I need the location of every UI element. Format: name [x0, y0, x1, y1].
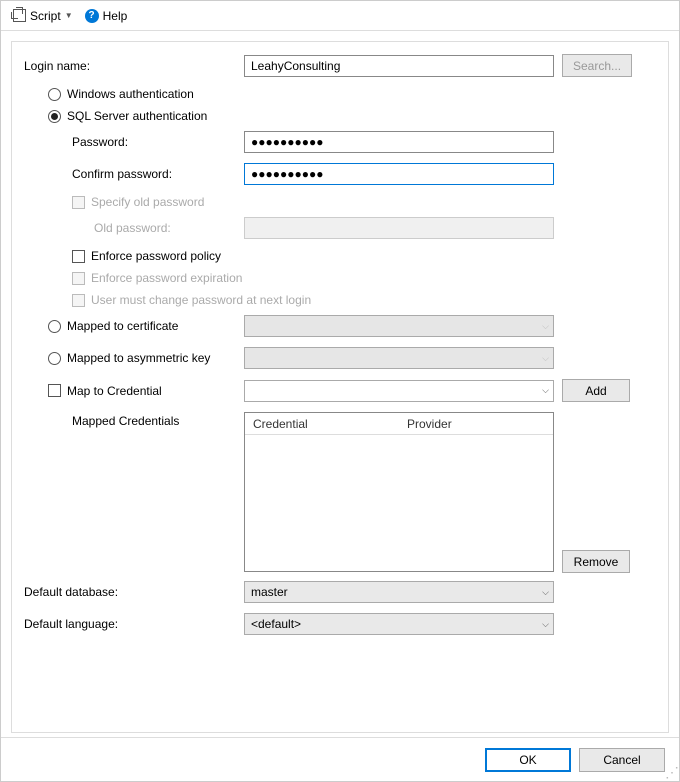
specify-old-password-checkbox [72, 196, 85, 209]
must-change-label: User must change password at next login [91, 293, 311, 307]
mapped-credentials-label: Mapped Credentials [24, 412, 244, 428]
confirm-password-input[interactable] [244, 163, 554, 185]
default-language-label: Default language: [24, 617, 244, 631]
login-name-label: Login name: [24, 59, 244, 73]
map-credential-checkbox[interactable] [48, 384, 61, 397]
ok-button[interactable]: OK [485, 748, 571, 772]
mapped-asym-combo: ⌵ [244, 347, 554, 369]
login-name-input[interactable] [244, 55, 554, 77]
toolbar: Script ▼ ? Help [1, 1, 679, 31]
default-language-combo[interactable]: <default> ⌵ [244, 613, 554, 635]
chevron-down-icon: ▼ [65, 11, 73, 20]
enforce-policy-checkbox[interactable] [72, 250, 85, 263]
enforce-policy-label: Enforce password policy [91, 249, 221, 263]
chevron-down-icon: ⌵ [542, 619, 549, 630]
default-language-value: <default> [251, 617, 301, 631]
mapped-cert-label: Mapped to certificate [67, 319, 178, 333]
col-provider: Provider [399, 413, 553, 434]
enforce-expiration-checkbox [72, 272, 85, 285]
password-label: Password: [24, 135, 244, 149]
password-input[interactable] [244, 131, 554, 153]
map-credential-combo[interactable]: ⌵ [244, 380, 554, 402]
mapped-asym-label: Mapped to asymmetric key [67, 351, 210, 365]
old-password-input [244, 217, 554, 239]
cancel-button[interactable]: Cancel [579, 748, 665, 772]
map-credential-label: Map to Credential [67, 384, 162, 398]
resize-grip-icon[interactable]: ⋰ [665, 767, 677, 779]
login-properties-panel: Login name: Search... Windows authentica… [11, 41, 669, 733]
default-database-value: master [251, 585, 288, 599]
script-menu[interactable]: Script ▼ [9, 7, 77, 25]
specify-old-password-label: Specify old password [91, 195, 204, 209]
windows-auth-label: Windows authentication [67, 87, 194, 101]
chevron-down-icon: ⌵ [542, 353, 549, 364]
chevron-down-icon: ⌵ [542, 385, 549, 396]
help-icon: ? [85, 9, 99, 23]
confirm-password-label: Confirm password: [24, 167, 244, 181]
must-change-checkbox [72, 294, 85, 307]
mapped-asym-radio[interactable] [48, 352, 61, 365]
default-database-label: Default database: [24, 585, 244, 599]
mapped-cert-combo: ⌵ [244, 315, 554, 337]
windows-auth-radio[interactable] [48, 88, 61, 101]
old-password-label: Old password: [24, 221, 244, 235]
col-credential: Credential [245, 413, 399, 434]
enforce-expiration-label: Enforce password expiration [91, 271, 242, 285]
default-database-combo[interactable]: master ⌵ [244, 581, 554, 603]
remove-button[interactable]: Remove [562, 550, 630, 573]
search-button: Search... [562, 54, 632, 77]
table-header: Credential Provider [245, 413, 553, 435]
mapped-cert-radio[interactable] [48, 320, 61, 333]
chevron-down-icon: ⌵ [542, 587, 549, 598]
sql-auth-radio[interactable] [48, 110, 61, 123]
chevron-down-icon: ⌵ [542, 321, 549, 332]
script-label: Script [30, 9, 61, 23]
add-button[interactable]: Add [562, 379, 630, 402]
mapped-credentials-table[interactable]: Credential Provider [244, 412, 554, 572]
script-icon [13, 9, 26, 22]
dialog-footer: OK Cancel ⋰ [1, 737, 679, 781]
help-menu[interactable]: ? Help [81, 7, 132, 25]
help-label: Help [103, 9, 128, 23]
sql-auth-label: SQL Server authentication [67, 109, 207, 123]
